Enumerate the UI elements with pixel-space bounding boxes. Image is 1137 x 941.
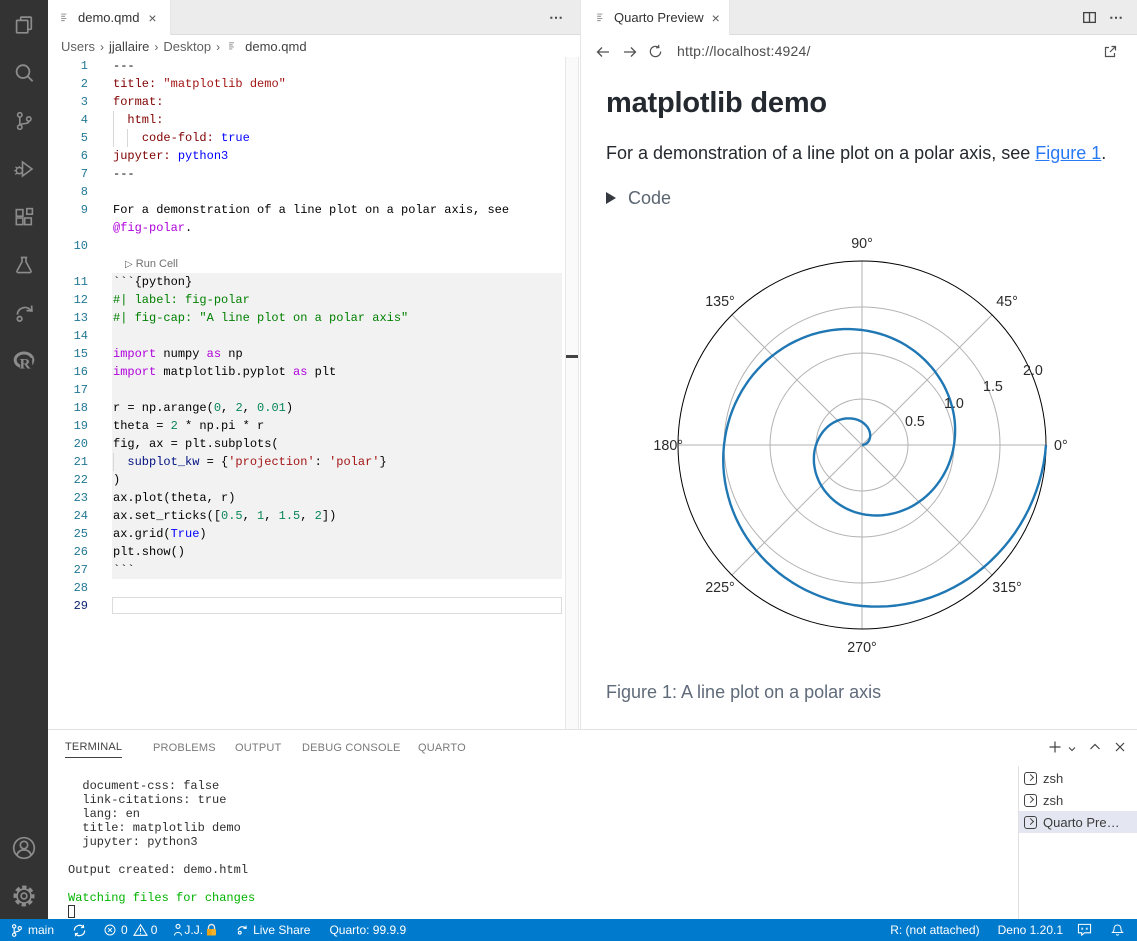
svg-text:270°: 270° xyxy=(847,640,877,656)
svg-text:0.5: 0.5 xyxy=(905,414,925,430)
svg-text:135°: 135° xyxy=(705,294,735,310)
svg-text:225°: 225° xyxy=(705,580,735,596)
svg-text:1.5: 1.5 xyxy=(983,379,1003,395)
svg-text:R: R xyxy=(20,357,31,373)
svg-text:2.0: 2.0 xyxy=(1023,363,1043,379)
svg-text:90°: 90° xyxy=(851,236,873,252)
svg-text:315°: 315° xyxy=(992,580,1022,596)
svg-text:180°: 180° xyxy=(653,438,683,454)
svg-text:1.0: 1.0 xyxy=(944,396,964,412)
svg-text:45°: 45° xyxy=(996,294,1018,310)
svg-text:0°: 0° xyxy=(1054,438,1068,454)
